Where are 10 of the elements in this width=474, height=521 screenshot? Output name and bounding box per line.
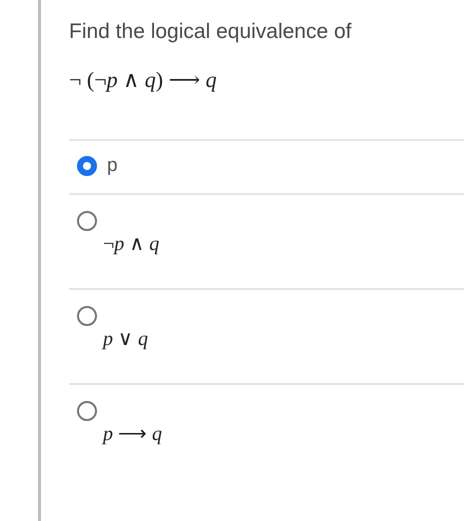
radio-button[interactable] <box>77 401 97 422</box>
option-label: p <box>107 155 118 178</box>
option-formula: p ∨ q <box>103 327 148 352</box>
option-formula: ¬p ∧ q <box>103 232 160 256</box>
logic-formula: ¬ (¬p ∧ q) ⟶ q <box>69 67 217 94</box>
radio-button[interactable] <box>77 306 97 326</box>
question-prompt: Find the logical equivalence of <box>69 19 353 45</box>
option-formula: p ⟶ q <box>103 422 162 446</box>
radio-button[interactable] <box>77 211 97 232</box>
radio-button[interactable] <box>77 156 97 176</box>
